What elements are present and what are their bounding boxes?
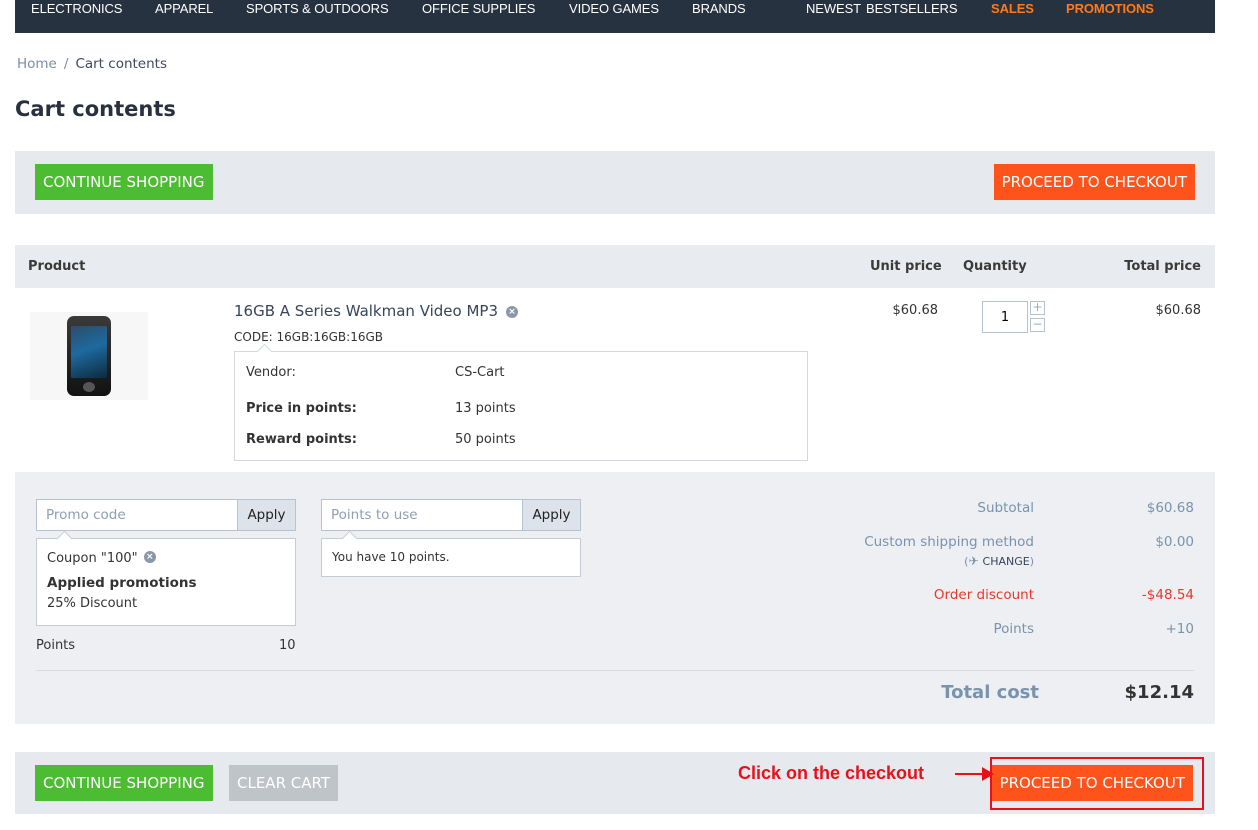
promo-code-group: Apply	[36, 499, 296, 531]
nav-item-apparel[interactable]: APPAREL	[155, 1, 213, 16]
nav-item-video-games[interactable]: VIDEO GAMES	[569, 1, 659, 16]
promo-code-input[interactable]	[36, 499, 238, 531]
total-cost-label: Total cost	[941, 682, 1039, 703]
apply-points-button[interactable]: Apply	[522, 499, 581, 531]
nav-item-promotions[interactable]: PROMOTIONS	[1066, 1, 1154, 16]
annotation-text: Click on the checkout	[738, 763, 925, 783]
coupon-label: Coupon "100" ×	[47, 551, 156, 566]
applied-promotions-box: Coupon "100" × Applied promotions 25% Di…	[36, 538, 296, 626]
reward-points-value: 50 points	[455, 432, 516, 447]
points-value: 10	[279, 638, 296, 653]
nav-item-office-supplies[interactable]: OFFICE SUPPLIES	[422, 1, 535, 16]
summary-divider	[36, 670, 1194, 671]
price-in-points-label: Price in points:	[246, 401, 357, 416]
vendor-value: CS-Cart	[455, 365, 505, 380]
header-quantity: Quantity	[963, 259, 1027, 274]
points-to-use-group: Apply	[321, 499, 581, 531]
nav-item-bestsellers[interactable]: BESTSELLERS	[866, 1, 957, 16]
header-unit-price: Unit price	[870, 259, 942, 274]
quantity-input[interactable]	[982, 301, 1028, 333]
price-in-points-value: 13 points	[455, 401, 516, 416]
continue-shopping-button-bottom[interactable]: CONTINUE SHOPPING	[35, 765, 213, 801]
annotation-arrow-icon	[955, 773, 985, 775]
apply-promo-button[interactable]: Apply	[237, 499, 296, 531]
shipping-method-label: Custom shipping method	[864, 534, 1034, 550]
nav-item-sports-outdoors[interactable]: SPORTS & OUTDOORS	[246, 1, 389, 16]
summary-points-value: +10	[1165, 621, 1195, 637]
quantity-decrease-button[interactable]: −	[1030, 318, 1045, 332]
nav-item-sales[interactable]: SALES	[991, 1, 1034, 16]
cart-table-header: Product Unit price Quantity Total price	[15, 245, 1215, 288]
nav-item-electronics[interactable]: ELECTRONICS	[31, 1, 122, 16]
quantity-increase-button[interactable]: +	[1030, 301, 1045, 315]
continue-shopping-button[interactable]: CONTINUE SHOPPING	[35, 164, 213, 200]
breadcrumb-home-link[interactable]: Home	[17, 56, 57, 72]
remove-product-icon[interactable]: ×	[506, 306, 518, 318]
mp3-player-icon	[67, 316, 111, 396]
total-cost-value: $12.14	[1124, 682, 1194, 703]
nav-item-brands[interactable]: BRANDS	[692, 1, 746, 16]
item-total-price: $60.68	[1155, 303, 1202, 318]
top-button-bar: CONTINUE SHOPPING PROCEED TO CHECKOUT	[15, 151, 1215, 214]
product-code: CODE: 16GB:16GB:16GB	[234, 330, 383, 344]
summary-points-label: Points	[993, 621, 1034, 637]
applied-promotion-item: 25% Discount	[47, 596, 138, 611]
annotation-highlight-box	[990, 757, 1204, 810]
breadcrumb: Home / Cart contents	[17, 56, 167, 72]
clear-cart-button[interactable]: CLEAR CART	[229, 765, 338, 801]
points-to-use-input[interactable]	[321, 499, 523, 531]
applied-promotions-title: Applied promotions	[47, 575, 197, 591]
top-navigation: ELECTRONICS APPAREL SPORTS & OUTDOORS OF…	[15, 0, 1215, 33]
order-discount-label: Order discount	[933, 587, 1034, 603]
page-title: Cart contents	[15, 97, 176, 121]
remove-coupon-icon[interactable]: ×	[143, 551, 156, 563]
header-product: Product	[28, 259, 86, 274]
points-info-text: You have 10 points.	[332, 550, 450, 564]
breadcrumb-current: Cart contents	[75, 56, 167, 72]
header-total-price: Total price	[1124, 259, 1201, 274]
order-discount-value: -$48.54	[1141, 587, 1194, 603]
subtotal-label: Subtotal	[977, 500, 1034, 516]
breadcrumb-separator: /	[63, 56, 69, 72]
shipping-value: $0.00	[1155, 534, 1194, 550]
points-info-box: You have 10 points.	[321, 538, 581, 577]
airplane-icon: ✈	[968, 554, 979, 568]
reward-points-label: Reward points:	[246, 432, 357, 447]
vendor-label: Vendor:	[246, 365, 296, 380]
proceed-to-checkout-button[interactable]: PROCEED TO CHECKOUT	[993, 164, 1195, 200]
subtotal-value: $60.68	[1146, 500, 1194, 516]
nav-item-newest[interactable]: NEWEST	[806, 1, 861, 16]
product-image[interactable]	[30, 312, 148, 400]
cart-summary-panel: Apply Coupon "100" × Applied promotions …	[15, 472, 1215, 724]
product-name-link[interactable]: 16GB A Series Walkman Video MP3	[234, 302, 498, 320]
change-shipping-link[interactable]: (✈ CHANGE)	[964, 554, 1034, 568]
product-details-box: Vendor: CS-Cart Price in points: 13 poin…	[234, 351, 808, 461]
unit-price: $60.68	[892, 303, 939, 318]
points-label: Points	[36, 638, 76, 653]
